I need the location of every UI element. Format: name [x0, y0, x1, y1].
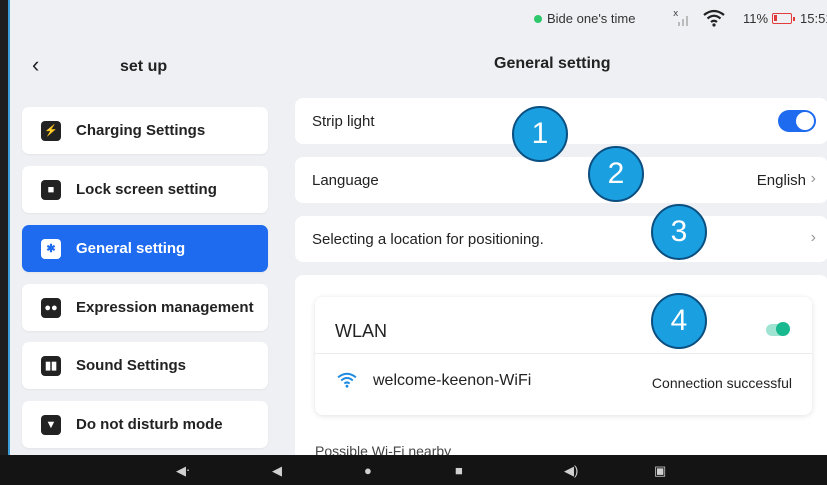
- sidebar-item-general-setting[interactable]: ✱ General setting: [22, 225, 268, 272]
- battery-percent: 11%: [743, 11, 769, 26]
- location-row[interactable]: Selecting a location for positioning. ›: [295, 216, 827, 262]
- annotation-badge-3: 3: [651, 204, 707, 260]
- wlan-toggle[interactable]: [766, 322, 790, 336]
- charging-icon: ⚡: [41, 120, 61, 141]
- no-signal-icon: x: [673, 9, 688, 26]
- language-row[interactable]: Language English ›: [295, 157, 827, 203]
- page-title: General setting: [494, 55, 611, 72]
- wlan-title: WLAN: [335, 321, 388, 341]
- annotation-badge-2: 2: [588, 146, 644, 202]
- connection-status: Connection successful: [651, 375, 792, 391]
- nearby-wifi-label: Possible Wi-Fi nearby: [315, 443, 452, 455]
- clock: 15:51: [800, 11, 827, 26]
- volume-up-icon[interactable]: ◀): [564, 463, 578, 479]
- sidebar-item-label: Charging Settings: [76, 122, 206, 139]
- back-icon[interactable]: ◀: [272, 463, 282, 479]
- location-label: Selecting a location for positioning.: [312, 231, 544, 248]
- status-dot-icon: [534, 15, 542, 23]
- language-label: Language: [312, 172, 379, 189]
- divider: [315, 353, 812, 354]
- chevron-left-icon[interactable]: ‹: [32, 52, 39, 78]
- wifi-network-name[interactable]: welcome-keenon-WiFi: [373, 372, 531, 390]
- sidebar-item-do-not-disturb-mode[interactable]: ▼ Do not disturb mode: [22, 401, 268, 448]
- lock-screen-icon: ■: [41, 179, 61, 200]
- status-text: Bide one's time: [547, 11, 636, 26]
- sidebar-item-label: Expression management: [76, 299, 254, 316]
- strip-light-toggle[interactable]: [778, 110, 816, 132]
- annotation-badge-1: 1: [512, 106, 568, 162]
- volume-down-icon[interactable]: ◀⋅: [176, 463, 190, 479]
- sidebar-item-sound-settings[interactable]: ▮▮ Sound Settings: [22, 342, 268, 389]
- navigation-bar: ◀⋅ ◀ ● ■ ◀) ▣: [0, 455, 827, 485]
- expression-icon: ●●: [41, 297, 61, 318]
- strip-light-label: Strip light: [312, 113, 375, 130]
- wifi-status-icon: [703, 9, 725, 27]
- settings-screen: Bide one's time x 11% 15:51 ‹ set up Gen…: [8, 0, 827, 455]
- status-bar: Bide one's time x 11% 15:51: [10, 0, 827, 40]
- sidebar-item-label: General setting: [76, 240, 186, 257]
- recents-icon[interactable]: ■: [455, 463, 463, 478]
- home-icon[interactable]: ●: [364, 463, 372, 478]
- sidebar-item-label: Lock screen setting: [76, 181, 217, 198]
- gear-icon: ✱: [41, 238, 61, 259]
- do-not-disturb-icon: ▼: [41, 414, 61, 435]
- battery-icon: [772, 13, 795, 24]
- settings-title: set up: [120, 58, 168, 75]
- sidebar-item-charging-settings[interactable]: ⚡ Charging Settings: [22, 107, 268, 154]
- camera-icon[interactable]: ▣: [654, 463, 666, 479]
- chevron-right-icon: ›: [810, 170, 816, 187]
- sound-icon: ▮▮: [41, 355, 61, 376]
- sidebar-item-label: Do not disturb mode: [76, 416, 223, 433]
- wifi-icon: [337, 372, 357, 388]
- wlan-panel: WLAN welcome-keenon-WiFi Connection succ…: [295, 275, 827, 455]
- language-value: English: [756, 172, 806, 189]
- sidebar-item-label: Sound Settings: [76, 357, 186, 374]
- svg-text:x: x: [673, 9, 679, 19]
- sidebar-item-lock-screen-setting[interactable]: ■ Lock screen setting: [22, 166, 268, 213]
- wlan-card: WLAN welcome-keenon-WiFi Connection succ…: [315, 297, 812, 415]
- sidebar-item-expression-management[interactable]: ●● Expression management: [22, 284, 268, 331]
- chevron-right-icon: ›: [810, 229, 816, 246]
- annotation-badge-4: 4: [651, 293, 707, 349]
